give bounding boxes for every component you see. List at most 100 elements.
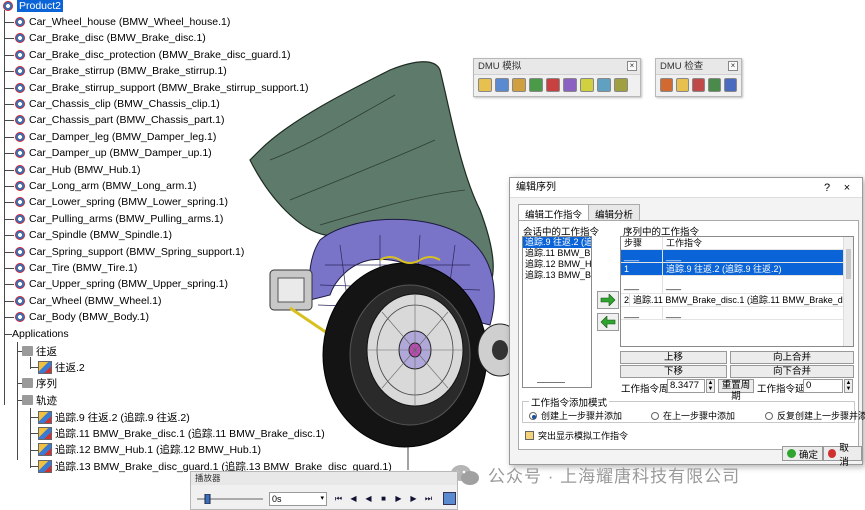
period-input[interactable]: 8.3477	[667, 379, 705, 393]
tree-node-part[interactable]: Car_Chassis_clip (BMW_Chassis_clip.1)	[4, 96, 220, 112]
clash-check-icon[interactable]	[660, 78, 673, 92]
tree-node-track[interactable]: 追踪.12 BMW_Hub.1 (追踪.12 BMW_Hub.1)	[30, 442, 261, 458]
tab-edit-instructions[interactable]: 编辑工作指令	[518, 204, 590, 221]
check-tool-icon[interactable]	[724, 78, 737, 92]
distance-check-icon[interactable]	[676, 78, 689, 92]
close-icon[interactable]: ×	[627, 61, 637, 71]
ok-button[interactable]: 确定	[782, 446, 824, 461]
add-to-sequence-button[interactable]	[597, 291, 619, 309]
list-item[interactable]: 追踪.11 BMW_Brake_	[523, 248, 591, 259]
tree-node-track[interactable]: 追踪.9 往返.2 (追踪.9 往返.2)	[30, 409, 190, 425]
play-icon[interactable]: ▶	[392, 493, 405, 505]
part-label: Car_Wheel_house (BMW_Wheel_house.1)	[29, 16, 231, 28]
tree-node-shuttles[interactable]: 往返	[17, 343, 57, 359]
simulation-tool-icon[interactable]	[529, 78, 543, 92]
move-up-button[interactable]: 上移	[620, 351, 727, 364]
move-down-button[interactable]: 下移	[620, 365, 727, 378]
list-item[interactable]: 追踪.13 BMW_Brake_	[523, 270, 591, 281]
player-tool-icon[interactable]	[580, 78, 594, 92]
sequence-grid[interactable]: 步骤 工作指令 ___ ___ 1 追踪.9 往返.2 (追踪.9 往返.2) ___ _…	[620, 236, 854, 347]
right-arrow-icon	[600, 294, 616, 306]
cancel-button[interactable]: 取消	[823, 443, 862, 468]
tree-node-part[interactable]: Car_Brake_disc (BMW_Brake_disc.1)	[4, 30, 206, 46]
time-slider[interactable]	[195, 494, 265, 504]
delay-spinner[interactable]: ▲ ▼	[844, 379, 853, 393]
tree-node-part[interactable]: Car_Spindle (BMW_Spindle.1)	[4, 227, 172, 243]
grid-row[interactable]: ___ ___	[621, 250, 853, 263]
close-button[interactable]: ×	[838, 178, 856, 198]
chevron-down-icon[interactable]: ▾	[320, 493, 324, 505]
tree-node-part[interactable]: Car_Upper_spring (BMW_Upper_spring.1)	[4, 276, 228, 292]
tree-node-part[interactable]: Car_Brake_stirrup (BMW_Brake_stirrup.1)	[4, 63, 227, 79]
highlight-checkbox[interactable]: 突出显示模拟工作指令	[525, 429, 628, 442]
replay-tool-icon[interactable]	[546, 78, 560, 92]
part-label: Car_Damper_leg (BMW_Damper_leg.1)	[29, 130, 217, 143]
clash-tool-icon[interactable]	[563, 78, 577, 92]
radio-icon	[765, 411, 773, 420]
tree-node-part[interactable]: Car_Long_arm (BMW_Long_arm.1)	[4, 178, 197, 194]
part-icon	[14, 246, 26, 258]
add-mode-group: 工作指令添加模式 创建上一步骤并添加 在上一步骤中添加 反复创建上一步骤并添加	[522, 395, 865, 423]
grid-row[interactable]: ___ ___	[621, 307, 853, 320]
video-tool-icon[interactable]	[614, 78, 628, 92]
applications-label: Applications	[12, 328, 69, 340]
tree-node-tracks[interactable]: 轨迹	[17, 392, 57, 408]
tree-node-applications[interactable]: Applications	[4, 326, 69, 342]
track-tool-icon[interactable]	[478, 78, 492, 92]
band-analysis-icon[interactable]	[692, 78, 705, 92]
time-input[interactable]: 0s ▾	[269, 492, 327, 506]
radio-create-previous[interactable]: 创建上一步骤并添加	[529, 409, 622, 422]
merge-down-button[interactable]: 向下合并	[730, 365, 854, 378]
tree-node-part[interactable]: Car_Tire (BMW_Tire.1)	[4, 260, 137, 276]
close-icon[interactable]: ×	[728, 61, 738, 71]
radio-add-in-previous[interactable]: 在上一步骤中添加	[651, 409, 735, 422]
tree-root[interactable]: Product2	[2, 0, 64, 14]
grid-row[interactable]: 1 追踪.9 往返.2 (追踪.9 往返.2)	[621, 263, 853, 276]
tree-node-part[interactable]: Car_Lower_spring (BMW_Lower_spring.1)	[4, 194, 228, 210]
folder-icon	[22, 395, 33, 405]
tree-node-part[interactable]: Car_Wheel (BMW_Wheel.1)	[4, 293, 161, 309]
dialog-title: 编辑序列	[516, 182, 556, 193]
part-icon	[14, 295, 26, 307]
tree-node-part[interactable]: Car_Spring_support (BMW_Spring_support.1…	[4, 244, 244, 260]
3d-viewport[interactable]	[230, 50, 530, 470]
period-spinner[interactable]: ▲ ▼	[706, 379, 715, 393]
edit-sequence-icon[interactable]	[597, 78, 611, 92]
tree-node-part[interactable]: Car_Pulling_arms (BMW_Pulling_arms.1)	[4, 211, 223, 227]
sequence-tool-icon[interactable]	[512, 78, 526, 92]
step-back-icon[interactable]: ◀	[347, 493, 360, 505]
delay-input[interactable]: 0	[803, 379, 843, 393]
part-label: Car_Upper_spring (BMW_Upper_spring.1)	[29, 278, 228, 291]
session-instructions-list[interactable]: 追踪.9 往返.2 (追踪.9 追踪.11 BMW_Brake_ 追踪.12 B…	[522, 236, 592, 388]
tree-node-part[interactable]: Car_Damper_leg (BMW_Damper_leg.1)	[4, 129, 217, 145]
grid-scrollbar[interactable]	[843, 237, 853, 346]
radio-repeat-create[interactable]: 反复创建上一步骤并添加	[765, 409, 865, 422]
remove-from-sequence-button[interactable]	[597, 313, 619, 331]
merge-up-button[interactable]: 向上合并	[730, 351, 854, 364]
shuttle-tool-icon[interactable]	[495, 78, 509, 92]
step-cell: ___	[621, 250, 663, 262]
stop-icon[interactable]: ■	[377, 493, 390, 505]
part-icon	[14, 82, 26, 94]
tree-node-sequence[interactable]: 序列	[17, 375, 57, 391]
tree-node-part[interactable]: Car_Wheel_house (BMW_Wheel_house.1)	[4, 14, 231, 30]
skip-to-start-icon[interactable]: ⏮	[332, 493, 345, 505]
tree-node-part[interactable]: Car_Hub (BMW_Hub.1)	[4, 162, 140, 178]
tree-node-part[interactable]: Car_Chassis_part (BMW_Chassis_part.1)	[4, 112, 224, 128]
tree-root-label: Product2	[17, 0, 64, 12]
list-item[interactable]: 追踪.9 往返.2 (追踪.9	[523, 237, 591, 248]
compare-icon[interactable]	[708, 78, 721, 92]
step-forward-icon[interactable]: ▶	[407, 493, 420, 505]
skip-to-end-icon[interactable]: ⏭	[422, 493, 435, 505]
player-settings-icon[interactable]	[443, 492, 456, 505]
tree-node-part[interactable]: Car_Damper_up (BMW_Damper_up.1)	[4, 145, 212, 161]
reset-period-button[interactable]: 重置周期	[718, 379, 754, 402]
grid-row[interactable]: 2 追踪.11 BMW_Brake_disc.1 (追踪.11 BMW_Brake…	[621, 294, 853, 307]
grid-row[interactable]: ___ ___	[621, 276, 853, 294]
list-item[interactable]: 追踪.12 BMW_Hub.1	[523, 259, 591, 270]
tab-edit-analysis[interactable]: 编辑分析	[588, 204, 641, 221]
tree-node-part[interactable]: Car_Body (BMW_Body.1)	[4, 309, 149, 325]
help-button[interactable]: ?	[818, 178, 836, 198]
play-reverse-icon[interactable]: ◀	[362, 493, 375, 505]
tree-node-shuttle-item[interactable]: 往返.2	[30, 359, 85, 375]
